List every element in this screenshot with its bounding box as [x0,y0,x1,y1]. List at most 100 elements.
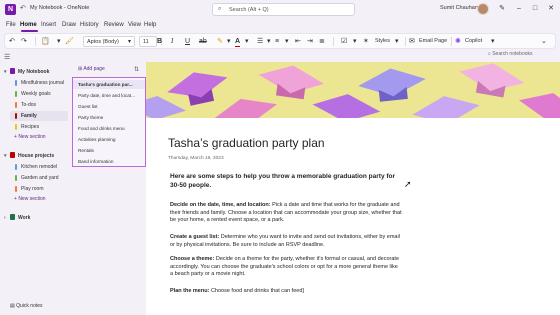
menu-review[interactable]: Review [104,22,124,28]
hamburger-menu-icon[interactable]: ☰ [4,53,10,61]
chevron-down-icon[interactable]: ▾ [353,37,357,46]
close-icon[interactable]: ✕ [544,3,558,15]
new-section-label: New section [18,196,46,202]
section-recipes[interactable]: Recipes [10,122,68,132]
format-painter-icon[interactable]: 🖌 [65,37,74,46]
chevron-down-icon[interactable]: ⌄ [541,37,547,46]
underline-button[interactable]: U [185,37,190,46]
font-size-select[interactable]: 11 [139,36,157,47]
notebook-house-projects[interactable]: ▾ House projects [4,152,54,159]
copilot-button[interactable]: Copilot [465,38,482,44]
section-label: Mindfulness journal [21,80,65,86]
quick-notes-button[interactable]: ▤ Quick notes [10,303,43,309]
intro-paragraph[interactable]: Here are some steps to help you throw a … [170,172,402,190]
notebook-icon [10,152,15,158]
section-mindfulness-journal[interactable]: Mindfulness journal [10,78,68,88]
step-paragraph[interactable]: Decide on the date, time, and location: … [170,202,402,225]
user-name[interactable]: Sumit Chauhan [440,5,478,11]
step-lead: Plan the menu: [170,288,210,294]
notebook-work[interactable]: › Work [4,214,30,221]
search-icon: ⌕ [218,6,222,12]
outdent-icon[interactable]: ⇤ [295,37,301,46]
numbered-list-icon[interactable]: ≡ [275,37,279,46]
page-canvas[interactable]: Tasha’s graduation party plan Thursday, … [146,62,560,315]
divider [333,37,334,46]
search-input[interactable]: ⌕ Search (Alt + Q) [212,3,355,16]
step-lead: Decide on the date, time, and location: [170,202,271,208]
onenote-logo-icon: N [5,4,16,15]
step-paragraph[interactable]: Choose a theme: Decide on a theme for th… [170,256,402,279]
section-play-room[interactable]: Play room [10,184,68,194]
menu-view[interactable]: View [128,22,141,28]
undo-icon[interactable]: ↶ [20,4,26,12]
highlight-icon[interactable]: ✎ [217,37,223,46]
page-item[interactable]: Activities planning [78,137,142,142]
page-item[interactable]: Party date, time and locat... [78,93,142,98]
add-page-label: Add page [83,66,105,72]
redo-button[interactable]: ↷ [21,37,27,46]
align-icon[interactable]: ≣ [319,37,325,46]
page-list: Tasha's graduation par... Party date, ti… [72,77,146,167]
section-weekly-goals[interactable]: Weekly goals [10,89,68,99]
chevron-down-icon[interactable]: ▾ [285,37,289,46]
notebook-icon [10,214,15,220]
email-icon[interactable]: ✉ [409,37,415,46]
page-item[interactable]: Rentals [78,148,142,153]
avatar[interactable] [477,3,489,15]
menu-help[interactable]: Help [144,22,156,28]
font-name-select[interactable]: Aptos (Body) ▾ [83,36,135,47]
indent-icon[interactable]: ⇥ [307,37,313,46]
page-item[interactable]: Tasha's graduation par... [73,80,145,89]
maximize-icon[interactable]: □ [528,3,542,15]
menu-file[interactable]: File [6,22,16,28]
chevron-down-icon[interactable]: ▾ [57,37,61,46]
minimize-icon[interactable]: – [512,3,526,15]
bullet-list-icon[interactable]: ☰ [257,37,263,46]
section-to-dos[interactable]: To-dos [10,100,68,110]
page-item[interactable]: Party theme [78,115,142,120]
page-title[interactable]: Tasha’s graduation party plan [168,136,325,150]
banner-illustration [146,62,560,118]
undo-button[interactable]: ↶ [9,37,15,46]
section-color-bar [15,186,17,192]
menu-history[interactable]: History [80,22,99,28]
section-kitchen-remodel[interactable]: Kitchen remodel [10,162,68,172]
step-lead: Choose a theme: [170,256,215,262]
sort-icon[interactable]: ⇅ [134,66,139,73]
strikethrough-button[interactable]: ab [199,37,207,46]
section-color-bar [15,164,17,170]
chevron-down-icon[interactable]: ▾ [491,37,495,46]
page-item[interactable]: Guest list [78,104,142,109]
page-item[interactable]: Food and drinks menu [78,126,142,131]
page-item[interactable]: Band information [78,159,142,164]
chevron-down-icon[interactable]: ▾ [267,37,271,46]
section-family[interactable]: Family [10,111,68,121]
section-garden-and-yard[interactable]: Garden and yard [10,173,68,183]
italic-button[interactable]: I [171,37,173,46]
page-list-pane: ⊞ Add page ⇅ Tasha's graduation par... P… [70,62,146,315]
section-color-bar [15,175,17,181]
tag-icon[interactable]: ☑ [341,37,347,46]
notebook-my-notebook[interactable]: ▾ My Notebook [4,68,49,75]
chevron-down-icon[interactable]: ▾ [395,37,399,46]
step-paragraph[interactable]: Create a guest list: Determine who you w… [170,234,402,249]
menu-draw[interactable]: Draw [62,22,76,28]
email-page-button[interactable]: Email Page [419,38,447,44]
copilot-icon[interactable]: ✺ [455,37,461,46]
step-text: Choose food and drinks that can feed] [209,288,304,294]
menu-insert[interactable]: Insert [41,22,56,28]
font-color-icon[interactable]: A [235,37,241,47]
search-notebooks-input[interactable]: ⌕ Search notebooks [488,51,533,57]
pen-icon[interactable]: ✎ [495,3,509,15]
bold-button[interactable]: B [157,37,162,46]
clipboard-icon[interactable]: 📋 [41,37,50,46]
styles-icon[interactable]: ✶ [363,37,369,46]
styles-button[interactable]: Styles [375,38,390,44]
chevron-down-icon[interactable]: ▾ [245,37,249,46]
chevron-down-icon[interactable]: ▾ [227,37,231,46]
new-section-button[interactable]: + New section [14,134,46,140]
step-paragraph[interactable]: Plan the menu: Choose food and drinks th… [170,288,402,296]
menu-home[interactable]: Home [20,22,37,28]
add-page-button[interactable]: ⊞ Add page [78,66,105,72]
new-section-button[interactable]: + New section [14,196,46,202]
